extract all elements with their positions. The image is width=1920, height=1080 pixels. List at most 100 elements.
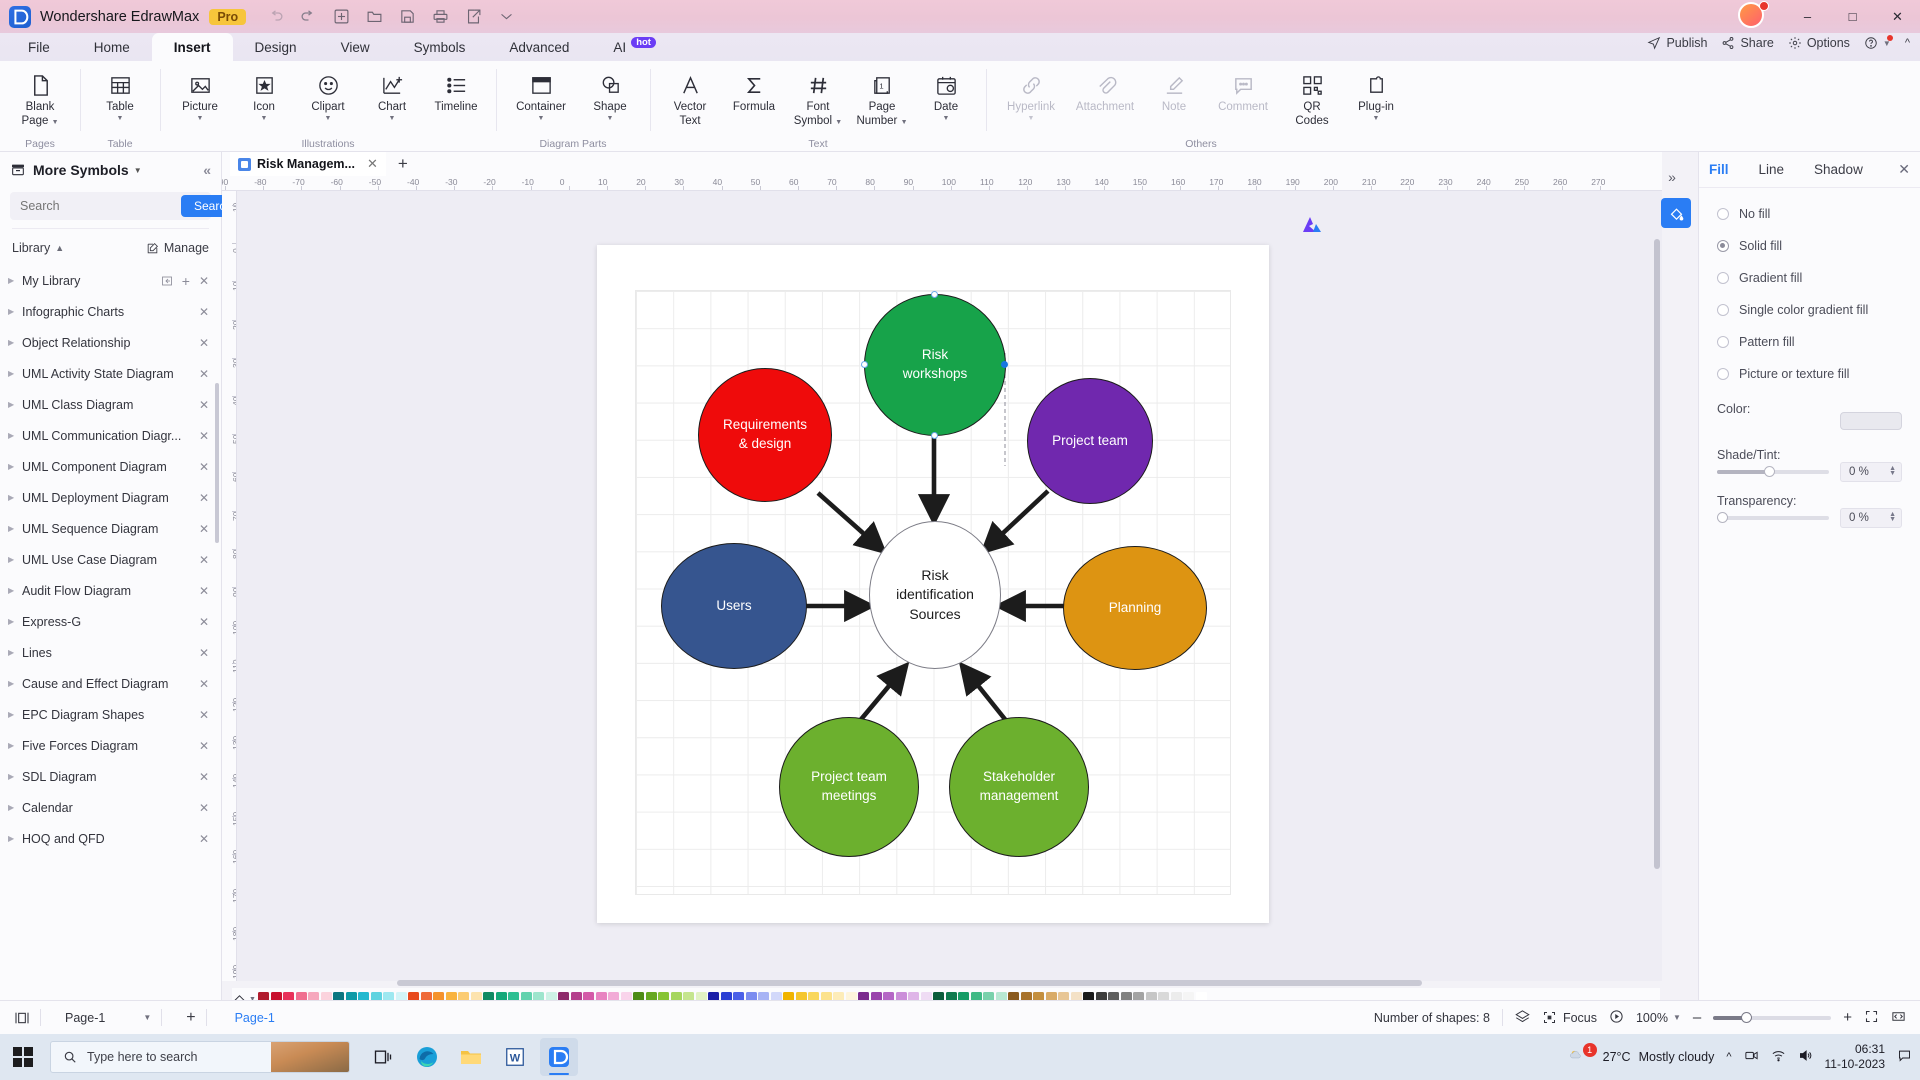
close-icon[interactable]: ✕	[199, 274, 209, 288]
fill-option-solid-fill[interactable]: Solid fill	[1699, 230, 1920, 262]
close-button[interactable]: ✕	[1875, 0, 1920, 33]
library-scrollbar[interactable]	[215, 383, 219, 543]
node-project-team[interactable]: Project team	[1027, 378, 1153, 504]
radio-icon[interactable]	[1717, 240, 1729, 252]
document-page[interactable]: Risk workshops Requirements & design Pro…	[597, 245, 1269, 923]
export-icon[interactable]	[464, 7, 483, 26]
redo-icon[interactable]	[299, 7, 318, 26]
timeline-button[interactable]: Timeline	[424, 65, 488, 131]
zoom-out-button[interactable]: –	[1693, 1009, 1701, 1026]
file-explorer-icon[interactable]	[452, 1038, 490, 1076]
document-tab[interactable]: Risk Managem... ✕	[230, 152, 386, 176]
node-project-team-meetings[interactable]: Project team meetings	[779, 717, 919, 857]
page-tab-page-1[interactable]: Page-1	[235, 1011, 275, 1025]
clock[interactable]: 06:31 11-10-2023	[1825, 1042, 1886, 1072]
start-button[interactable]	[0, 1046, 46, 1068]
node-center-risk-identification-sources[interactable]: Risk identification Sources	[869, 521, 1001, 669]
tab-file[interactable]: File	[6, 33, 72, 61]
expand-triangle-icon[interactable]: ▶	[8, 400, 22, 409]
library-item-calendar[interactable]: ▶ Calendar ✕	[0, 792, 221, 823]
plugin-button[interactable]: Plug-in ▼	[1344, 65, 1408, 131]
zoom-slider[interactable]	[1713, 1011, 1832, 1023]
close-icon[interactable]: ✕	[199, 553, 209, 567]
wifi-icon[interactable]	[1771, 1048, 1786, 1066]
share-button[interactable]: Share	[1721, 36, 1774, 50]
library-item-lines[interactable]: ▶ Lines ✕	[0, 637, 221, 668]
picture-button[interactable]: Picture ▼	[168, 65, 232, 131]
fill-option-gradient-fill[interactable]: Gradient fill	[1699, 262, 1920, 294]
spinner-icon[interactable]: ▲ ▼	[1889, 511, 1896, 523]
library-item-sdl-diagram[interactable]: ▶ SDL Diagram ✕	[0, 761, 221, 792]
fill-tool-button[interactable]	[1661, 198, 1691, 228]
close-icon[interactable]: ✕	[199, 646, 209, 660]
expand-triangle-icon[interactable]: ▶	[8, 617, 22, 626]
layers-icon[interactable]	[1515, 1009, 1530, 1027]
library-item-express-g[interactable]: ▶ Express-G ✕	[0, 606, 221, 637]
close-icon[interactable]: ✕	[199, 677, 209, 691]
library-item-uml-deployment-diagram[interactable]: ▶ UML Deployment Diagram ✕	[0, 482, 221, 513]
page-number-button[interactable]: 1 Page Number ▼	[850, 65, 914, 131]
blank-page-button[interactable]: Blank Page ▼	[8, 65, 72, 131]
collapse-panel-icon[interactable]: «	[203, 162, 211, 178]
fill-option-pattern-fill[interactable]: Pattern fill	[1699, 326, 1920, 358]
expand-triangle-icon[interactable]: ▶	[8, 338, 22, 347]
close-panel-icon[interactable]: ✕	[1898, 161, 1910, 178]
close-icon[interactable]: ✕	[199, 429, 209, 443]
fill-option-picture-or-texture-fill[interactable]: Picture or texture fill	[1699, 358, 1920, 390]
expand-triangle-icon[interactable]: ▶	[8, 276, 22, 285]
library-item-audit-flow-diagram[interactable]: ▶ Audit Flow Diagram ✕	[0, 575, 221, 606]
library-item-epc-diagram-shapes[interactable]: ▶ EPC Diagram Shapes ✕	[0, 699, 221, 730]
color-picker-button[interactable]	[1840, 412, 1902, 430]
library-item-uml-class-diagram[interactable]: ▶ UML Class Diagram ✕	[0, 389, 221, 420]
vector-text-button[interactable]: Vector Text	[658, 65, 722, 131]
library-item-uml-communication-diagram[interactable]: ▶ UML Communication Diagr... ✕	[0, 420, 221, 451]
radio-icon[interactable]	[1717, 304, 1729, 316]
radio-icon[interactable]	[1717, 272, 1729, 284]
expand-triangle-icon[interactable]: ▶	[8, 803, 22, 812]
close-icon[interactable]: ✕	[199, 584, 209, 598]
selection-handle-bottom[interactable]	[931, 432, 938, 439]
library-item-uml-component-diagram[interactable]: ▶ UML Component Diagram ✕	[0, 451, 221, 482]
collapse-ribbon-button[interactable]: ^	[1905, 37, 1910, 49]
clipart-button[interactable]: Clipart ▼	[296, 65, 360, 131]
help-button[interactable]: ▼	[1864, 35, 1893, 50]
close-icon[interactable]: ✕	[199, 615, 209, 629]
taskbar-search[interactable]: Type here to search	[50, 1041, 350, 1073]
node-planning[interactable]: Planning	[1063, 546, 1207, 670]
focus-button[interactable]: Focus	[1542, 1010, 1597, 1025]
close-icon[interactable]: ✕	[199, 832, 209, 846]
edge-icon[interactable]	[408, 1038, 446, 1076]
task-view-icon[interactable]	[364, 1038, 402, 1076]
transparency-value-field[interactable]: 0 % ▲ ▼	[1840, 508, 1902, 528]
chevron-down-icon[interactable]: ▼	[143, 1013, 151, 1022]
close-tab-icon[interactable]: ✕	[367, 156, 378, 172]
page-selector-dropdown[interactable]: Page-1 ▼	[65, 1011, 151, 1025]
word-icon[interactable]: W	[496, 1038, 534, 1076]
tab-advanced[interactable]: Advanced	[487, 33, 591, 61]
expand-triangle-icon[interactable]: ▶	[8, 493, 22, 502]
expand-triangle-icon[interactable]: ▶	[8, 772, 22, 781]
close-icon[interactable]: ✕	[199, 336, 209, 350]
chart-caret-icon[interactable]: ▼	[389, 115, 396, 122]
open-icon[interactable]	[365, 7, 384, 26]
expand-triangle-icon[interactable]: ▶	[8, 741, 22, 750]
tab-home[interactable]: Home	[72, 33, 152, 61]
tab-insert[interactable]: Insert	[151, 33, 233, 61]
canvas[interactable]: Risk workshops Requirements & design Pro…	[237, 191, 1662, 981]
expand-triangle-icon[interactable]: ▶	[8, 679, 22, 688]
camera-icon[interactable]	[1744, 1048, 1759, 1066]
transparency-slider[interactable]	[1717, 512, 1829, 523]
close-icon[interactable]: ✕	[199, 739, 209, 753]
add-icon[interactable]: +	[182, 273, 190, 289]
radio-icon[interactable]	[1717, 368, 1729, 380]
library-item-five-forces-diagram[interactable]: ▶ Five Forces Diagram ✕	[0, 730, 221, 761]
icon-button[interactable]: Icon ▼	[232, 65, 296, 131]
symbols-panel-dropdown-icon[interactable]: ▼	[134, 166, 142, 175]
maximize-button[interactable]: □	[1830, 0, 1875, 33]
expand-triangle-icon[interactable]: ▶	[8, 648, 22, 657]
vertical-ruler[interactable]: -100102030405060708090100110120130140150…	[222, 191, 237, 981]
shape-button[interactable]: Shape ▼	[578, 65, 642, 131]
page-layout-icon[interactable]	[14, 1010, 30, 1026]
expand-triangle-icon[interactable]: ▶	[8, 307, 22, 316]
close-icon[interactable]: ✕	[199, 491, 209, 505]
